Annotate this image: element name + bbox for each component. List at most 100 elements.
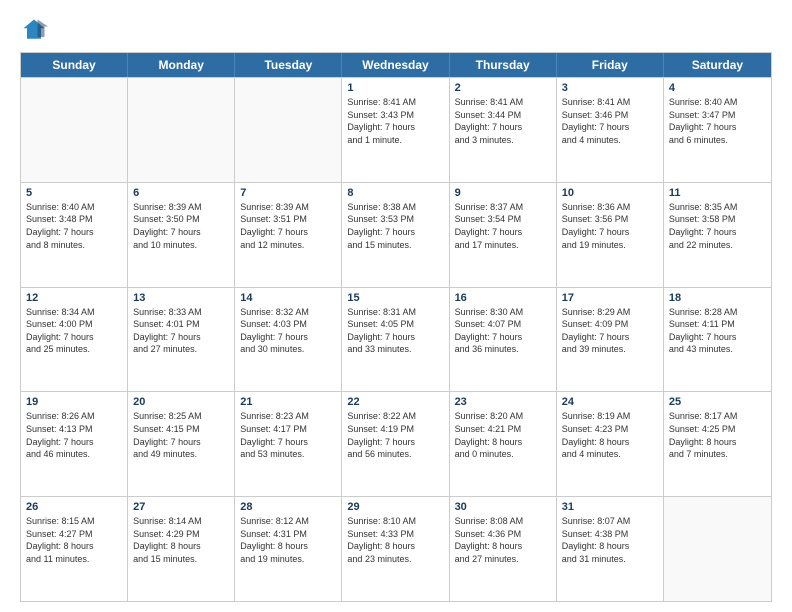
day-cell-18: 18 Sunrise: 8:28 AM Sunset: 4:11 PM Dayli… (664, 288, 771, 392)
empty-cell (128, 78, 235, 182)
day-info: Sunrise: 8:32 AM Sunset: 4:03 PM Dayligh… (240, 306, 336, 356)
day-cell-29: 29 Sunrise: 8:10 AM Sunset: 4:33 PM Dayli… (342, 497, 449, 601)
day-number: 12 (26, 292, 122, 304)
day-info: Sunrise: 8:29 AM Sunset: 4:09 PM Dayligh… (562, 306, 658, 356)
day-cell-12: 12 Sunrise: 8:34 AM Sunset: 4:00 PM Dayli… (21, 288, 128, 392)
day-cell-16: 16 Sunrise: 8:30 AM Sunset: 4:07 PM Dayli… (450, 288, 557, 392)
day-number: 16 (455, 292, 551, 304)
day-info: Sunrise: 8:40 AM Sunset: 3:47 PM Dayligh… (669, 96, 766, 146)
day-number: 27 (133, 501, 229, 513)
day-cell-24: 24 Sunrise: 8:19 AM Sunset: 4:23 PM Dayli… (557, 392, 664, 496)
day-cell-27: 27Sunrise: 8:14 AM Sunset: 4:29 PM Dayli… (128, 497, 235, 601)
day-number: 30 (455, 501, 551, 513)
calendar: SundayMondayTuesdayWednesdayThursdayFrid… (20, 52, 772, 602)
day-cell-20: 20 Sunrise: 8:25 AM Sunset: 4:15 PM Dayli… (128, 392, 235, 496)
day-number: 14 (240, 292, 336, 304)
day-number: 20 (133, 396, 229, 408)
day-info: Sunrise: 8:25 AM Sunset: 4:15 PM Dayligh… (133, 410, 229, 460)
calendar-body: 1 Sunrise: 8:41 AM Sunset: 3:43 PM Daylig… (21, 77, 771, 601)
day-cell-7: 7 Sunrise: 8:39 AM Sunset: 3:51 PM Daylig… (235, 183, 342, 287)
day-number: 15 (347, 292, 443, 304)
day-info: Sunrise: 8:19 AM Sunset: 4:23 PM Dayligh… (562, 410, 658, 460)
day-info: Sunrise: 8:30 AM Sunset: 4:07 PM Dayligh… (455, 306, 551, 356)
day-info: Sunrise: 8:15 AM Sunset: 4:27 PM Dayligh… (26, 515, 122, 565)
day-info: Sunrise: 8:23 AM Sunset: 4:17 PM Dayligh… (240, 410, 336, 460)
day-cell-2: 2 Sunrise: 8:41 AM Sunset: 3:44 PM Daylig… (450, 78, 557, 182)
day-cell-8: 8Sunrise: 8:38 AM Sunset: 3:53 PM Daylig… (342, 183, 449, 287)
day-number: 5 (26, 187, 122, 199)
day-info: Sunrise: 8:41 AM Sunset: 3:46 PM Dayligh… (562, 96, 658, 146)
day-cell-10: 10Sunrise: 8:36 AM Sunset: 3:56 PM Dayli… (557, 183, 664, 287)
empty-cell (21, 78, 128, 182)
day-info: Sunrise: 8:22 AM Sunset: 4:19 PM Dayligh… (347, 410, 443, 460)
header-cell-saturday: Saturday (664, 53, 771, 77)
day-number: 22 (347, 396, 443, 408)
week-row-1: 1 Sunrise: 8:41 AM Sunset: 3:43 PM Daylig… (21, 77, 771, 182)
logo (20, 16, 52, 44)
day-number: 26 (26, 501, 122, 513)
day-info: Sunrise: 8:41 AM Sunset: 3:43 PM Dayligh… (347, 96, 443, 146)
day-cell-9: 9 Sunrise: 8:37 AM Sunset: 3:54 PM Daylig… (450, 183, 557, 287)
header-cell-thursday: Thursday (450, 53, 557, 77)
day-number: 25 (669, 396, 766, 408)
day-number: 24 (562, 396, 658, 408)
empty-cell (235, 78, 342, 182)
day-number: 1 (347, 82, 443, 94)
day-info: Sunrise: 8:28 AM Sunset: 4:11 PM Dayligh… (669, 306, 766, 356)
day-cell-4: 4 Sunrise: 8:40 AM Sunset: 3:47 PM Daylig… (664, 78, 771, 182)
day-number: 23 (455, 396, 551, 408)
day-cell-31: 31 Sunrise: 8:07 AM Sunset: 4:38 PM Dayli… (557, 497, 664, 601)
day-info: Sunrise: 8:41 AM Sunset: 3:44 PM Dayligh… (455, 96, 551, 146)
day-number: 21 (240, 396, 336, 408)
day-info: Sunrise: 8:39 AM Sunset: 3:50 PM Dayligh… (133, 201, 229, 251)
day-cell-11: 11 Sunrise: 8:35 AM Sunset: 3:58 PM Dayli… (664, 183, 771, 287)
day-info: Sunrise: 8:33 AM Sunset: 4:01 PM Dayligh… (133, 306, 229, 356)
day-info: Sunrise: 8:37 AM Sunset: 3:54 PM Dayligh… (455, 201, 551, 251)
day-cell-3: 3 Sunrise: 8:41 AM Sunset: 3:46 PM Daylig… (557, 78, 664, 182)
header-cell-friday: Friday (557, 53, 664, 77)
day-number: 19 (26, 396, 122, 408)
day-info: Sunrise: 8:20 AM Sunset: 4:21 PM Dayligh… (455, 410, 551, 460)
day-info: Sunrise: 8:39 AM Sunset: 3:51 PM Dayligh… (240, 201, 336, 251)
week-row-3: 12 Sunrise: 8:34 AM Sunset: 4:00 PM Dayli… (21, 287, 771, 392)
week-row-2: 5 Sunrise: 8:40 AM Sunset: 3:48 PM Daylig… (21, 182, 771, 287)
day-cell-26: 26 Sunrise: 8:15 AM Sunset: 4:27 PM Dayli… (21, 497, 128, 601)
day-cell-19: 19 Sunrise: 8:26 AM Sunset: 4:13 PM Dayli… (21, 392, 128, 496)
day-info: Sunrise: 8:34 AM Sunset: 4:00 PM Dayligh… (26, 306, 122, 356)
day-cell-5: 5 Sunrise: 8:40 AM Sunset: 3:48 PM Daylig… (21, 183, 128, 287)
day-info: Sunrise: 8:35 AM Sunset: 3:58 PM Dayligh… (669, 201, 766, 251)
calendar-header-row: SundayMondayTuesdayWednesdayThursdayFrid… (21, 53, 771, 77)
day-cell-30: 30 Sunrise: 8:08 AM Sunset: 4:36 PM Dayli… (450, 497, 557, 601)
day-info: Sunrise: 8:26 AM Sunset: 4:13 PM Dayligh… (26, 410, 122, 460)
day-info: Sunrise: 8:08 AM Sunset: 4:36 PM Dayligh… (455, 515, 551, 565)
day-info: Sunrise: 8:31 AM Sunset: 4:05 PM Dayligh… (347, 306, 443, 356)
day-number: 3 (562, 82, 658, 94)
day-cell-6: 6 Sunrise: 8:39 AM Sunset: 3:50 PM Daylig… (128, 183, 235, 287)
day-cell-28: 28Sunrise: 8:12 AM Sunset: 4:31 PM Dayli… (235, 497, 342, 601)
day-number: 11 (669, 187, 766, 199)
header-cell-tuesday: Tuesday (235, 53, 342, 77)
day-cell-15: 15 Sunrise: 8:31 AM Sunset: 4:05 PM Dayli… (342, 288, 449, 392)
empty-cell (664, 497, 771, 601)
day-number: 9 (455, 187, 551, 199)
header-cell-monday: Monday (128, 53, 235, 77)
day-number: 17 (562, 292, 658, 304)
day-number: 18 (669, 292, 766, 304)
day-cell-21: 21 Sunrise: 8:23 AM Sunset: 4:17 PM Dayli… (235, 392, 342, 496)
day-number: 2 (455, 82, 551, 94)
day-number: 29 (347, 501, 443, 513)
day-number: 31 (562, 501, 658, 513)
day-number: 7 (240, 187, 336, 199)
day-info: Sunrise: 8:36 AM Sunset: 3:56 PM Dayligh… (562, 201, 658, 251)
page: SundayMondayTuesdayWednesdayThursdayFrid… (0, 0, 792, 612)
day-cell-22: 22 Sunrise: 8:22 AM Sunset: 4:19 PM Dayli… (342, 392, 449, 496)
day-info: Sunrise: 8:40 AM Sunset: 3:48 PM Dayligh… (26, 201, 122, 251)
day-number: 4 (669, 82, 766, 94)
day-cell-23: 23 Sunrise: 8:20 AM Sunset: 4:21 PM Dayli… (450, 392, 557, 496)
day-info: Sunrise: 8:17 AM Sunset: 4:25 PM Dayligh… (669, 410, 766, 460)
day-number: 6 (133, 187, 229, 199)
week-row-4: 19 Sunrise: 8:26 AM Sunset: 4:13 PM Dayli… (21, 391, 771, 496)
day-info: Sunrise: 8:10 AM Sunset: 4:33 PM Dayligh… (347, 515, 443, 565)
header-cell-wednesday: Wednesday (342, 53, 449, 77)
day-info: Sunrise: 8:07 AM Sunset: 4:38 PM Dayligh… (562, 515, 658, 565)
